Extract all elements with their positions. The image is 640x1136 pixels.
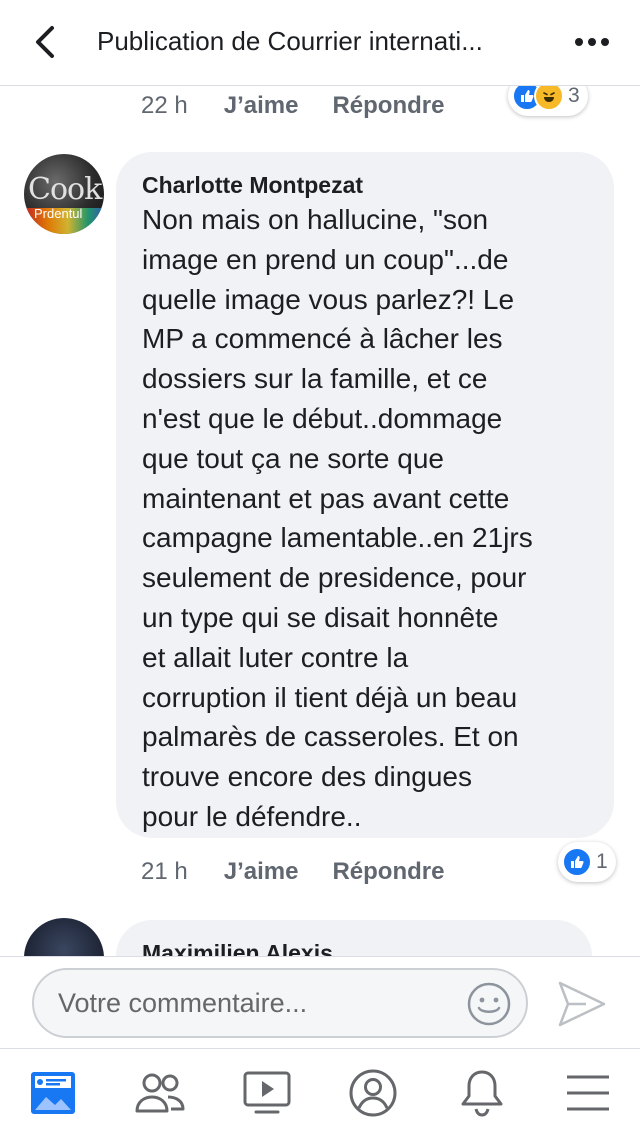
comment-text-line: Non mais on hallucine, "son	[142, 204, 489, 235]
comment-text-line: maintenant et pas avant cette	[142, 482, 510, 514]
like-link[interactable]: J’aime	[224, 858, 299, 886]
comment-composer: Votre commentaire...	[0, 956, 640, 1048]
previous-comment-actions: 22 h J’aime Répondre	[141, 92, 478, 120]
comment-text-line: et allait luter contre la	[142, 641, 409, 673]
bottom-tab-bar	[0, 1048, 640, 1136]
tab-profile[interactable]	[343, 1065, 403, 1121]
comment-text-line: seulement de presidence, pour	[142, 562, 527, 594]
reactions-summary[interactable]: 1	[558, 842, 616, 882]
comment-text-line: palmarès de casseroles. Et on	[142, 721, 519, 753]
haha-reaction-icon	[534, 86, 564, 111]
comment-text-line: pour le défendre..	[142, 800, 362, 832]
comment-text-line: un type qui se disait honnête	[142, 601, 499, 633]
like-reaction-icon	[562, 847, 592, 877]
comment-text-line: que tout ça ne sorte que	[142, 442, 444, 474]
like-link[interactable]: J’aime	[224, 92, 299, 120]
next-commenter-avatar[interactable]	[24, 918, 104, 956]
commenter-avatar[interactable]: Cook Prdentul	[24, 154, 104, 234]
comment-timestamp: 21 h	[141, 858, 188, 885]
send-icon	[558, 981, 606, 1027]
comment-text-line: campagne lamentable..en 21jrs	[142, 522, 533, 554]
page-title: Publication de Courrier internati...	[97, 26, 483, 56]
reaction-count: 1	[596, 850, 608, 873]
friends-icon	[135, 1073, 185, 1113]
comment-author[interactable]: Charlotte Montpezat	[142, 172, 363, 199]
next-comment-bubble[interactable]: Maximilien Alexis	[116, 920, 592, 956]
tab-friends[interactable]	[130, 1065, 190, 1121]
reactions-summary[interactable]: 3	[508, 86, 588, 116]
comment-placeholder: Votre commentaire...	[58, 988, 308, 1018]
menu-icon	[567, 1075, 609, 1111]
back-button[interactable]	[22, 18, 70, 66]
comment-text-line: corruption il tient déjà un beau	[142, 681, 518, 713]
comment-timestamp: 22 h	[141, 92, 188, 119]
reply-link[interactable]: Répondre	[332, 92, 444, 120]
top-bar: Publication de Courrier internati...	[0, 0, 640, 86]
comment-text-line: trouve encore des dingues	[142, 761, 472, 793]
comment-text-line: dossiers sur la famille, et ce	[142, 363, 488, 395]
comment-text-line: n'est que le début..dommage	[142, 402, 503, 434]
tab-menu[interactable]	[558, 1065, 618, 1121]
comments-feed[interactable]: 22 h J’aime Répondre 3 Cook Prdentul Cha…	[0, 86, 640, 956]
news-feed-icon	[31, 1072, 75, 1114]
profile-icon	[349, 1069, 397, 1117]
emoji-button[interactable]	[466, 981, 512, 1027]
tab-watch[interactable]	[237, 1065, 297, 1121]
comment-text-line: MP a commencé à lâcher les	[142, 323, 503, 355]
more-options-button[interactable]	[566, 22, 618, 62]
tab-news-feed[interactable]	[23, 1065, 83, 1121]
comment-input[interactable]: Votre commentaire...	[32, 968, 528, 1038]
reaction-count: 3	[568, 86, 580, 107]
comment-text-line: quelle image vous parlez?! Le	[142, 283, 515, 315]
comment-text-line: image en prend un coup"...de	[142, 243, 509, 275]
reply-link[interactable]: Répondre	[332, 858, 444, 886]
notifications-icon	[461, 1070, 503, 1117]
comment-actions: 21 h J’aime Répondre	[141, 858, 478, 886]
watch-icon	[243, 1071, 291, 1114]
tab-notifications[interactable]	[452, 1065, 512, 1121]
comment-author[interactable]: Maximilien Alexis	[142, 940, 333, 956]
send-button[interactable]	[556, 979, 608, 1029]
more-dots-icon	[575, 38, 609, 46]
comment-bubble[interactable]: Charlotte Montpezat Non mais on hallucin…	[116, 152, 614, 838]
comment-text: Non mais on hallucine, "son image en pren…	[142, 200, 602, 837]
smiley-icon	[467, 982, 511, 1026]
chevron-left-icon	[36, 26, 54, 58]
